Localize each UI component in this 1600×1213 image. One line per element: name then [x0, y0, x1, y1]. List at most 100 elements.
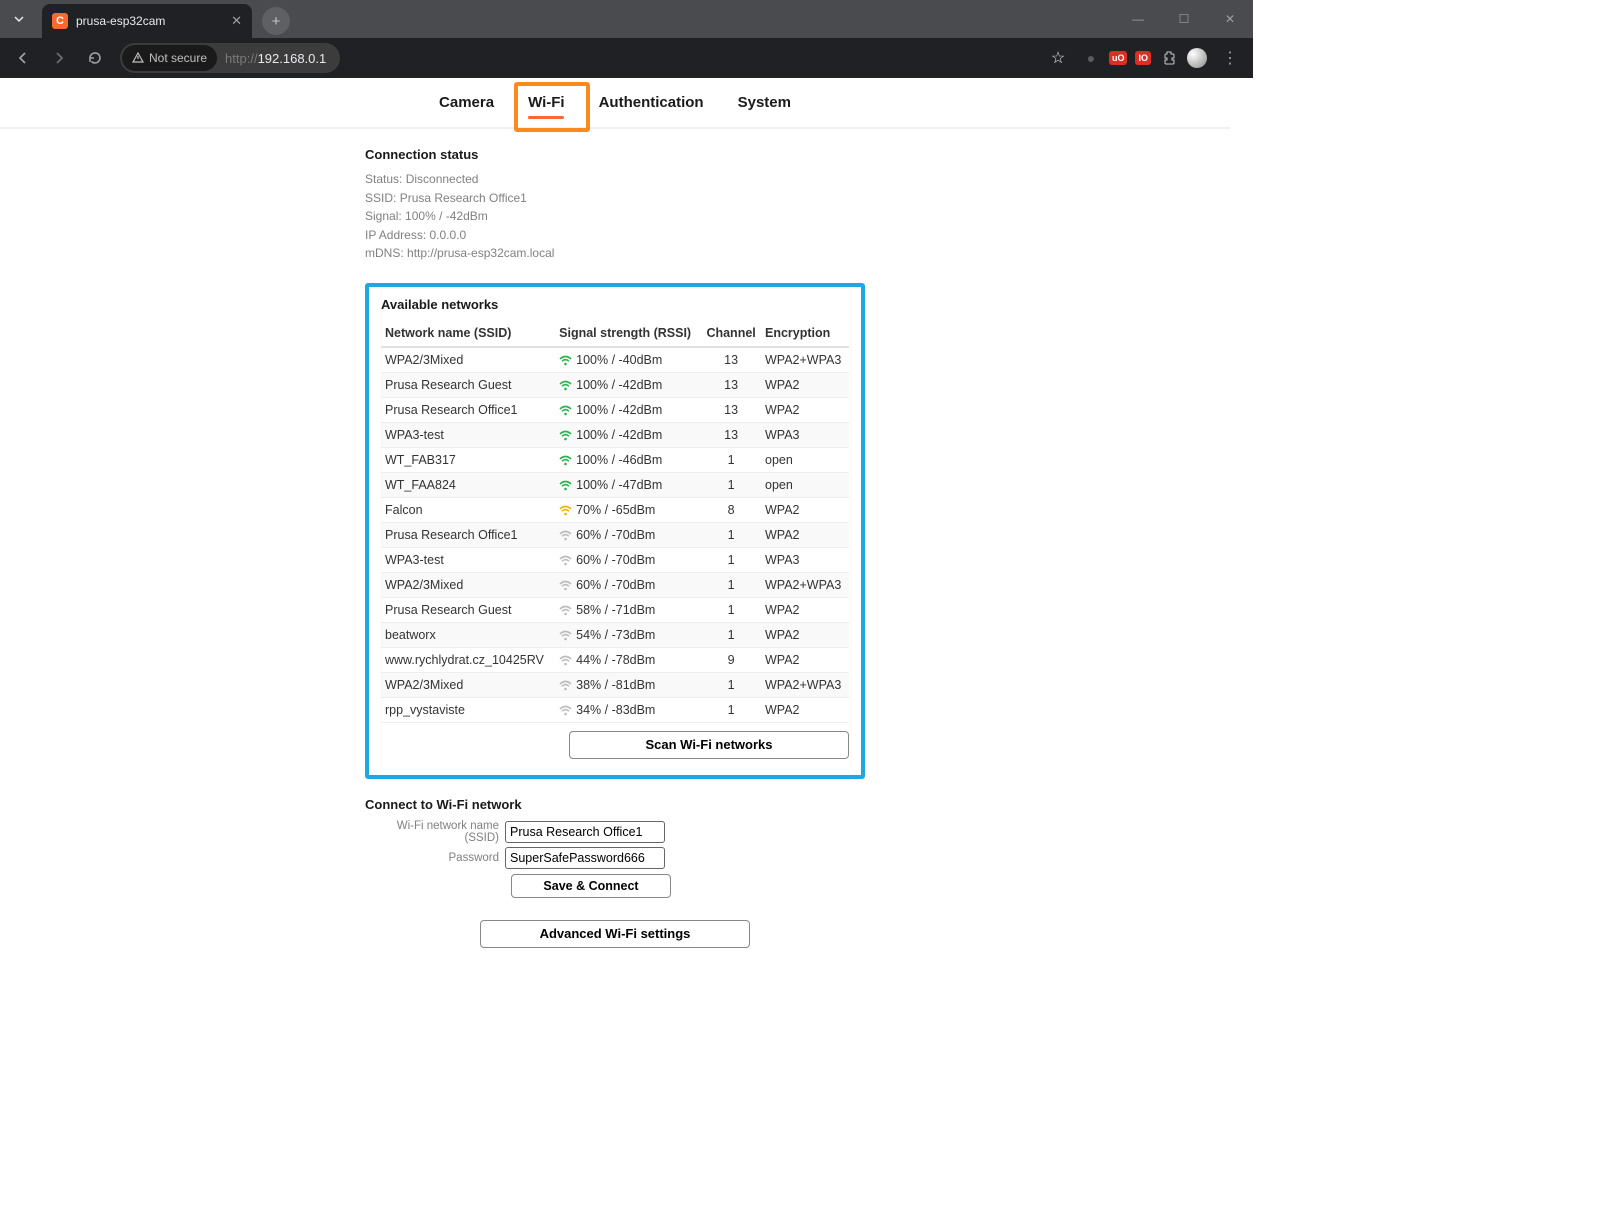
network-signal: 100% / -42dBm — [555, 422, 701, 447]
network-encryption: WPA2+WPA3 — [761, 572, 849, 597]
col-encryption: Encryption — [761, 320, 849, 347]
network-signal: 100% / -42dBm — [555, 397, 701, 422]
ssid-label: SSID: — [365, 191, 396, 205]
network-row[interactable]: WT_FAA824 100% / -47dBm 1 open — [381, 472, 849, 497]
network-channel: 13 — [701, 397, 761, 422]
network-channel: 1 — [701, 672, 761, 697]
network-row[interactable]: WPA2/3Mixed 100% / -40dBm 13 WPA2+WPA3 — [381, 347, 849, 373]
network-channel: 13 — [701, 347, 761, 373]
signal-value: 100% / -42dBm — [405, 209, 488, 223]
browser-tab[interactable]: C prusa-esp32cam ✕ — [42, 4, 252, 38]
profile-avatar[interactable] — [1187, 48, 1207, 68]
network-ssid: Prusa Research Office1 — [381, 397, 555, 422]
network-encryption: WPA2 — [761, 397, 849, 422]
network-ssid: www.rychlydrat.cz_10425RV — [381, 647, 555, 672]
network-channel: 1 — [701, 447, 761, 472]
nav-back-icon[interactable] — [8, 43, 38, 73]
password-input[interactable] — [505, 847, 665, 869]
network-signal: 38% / -81dBm — [555, 672, 701, 697]
bookmark-star-icon[interactable]: ☆ — [1043, 43, 1073, 73]
reload-icon[interactable] — [80, 43, 110, 73]
network-channel: 1 — [701, 697, 761, 722]
ssid-input[interactable] — [505, 821, 665, 843]
window-maximize-icon[interactable]: ☐ — [1161, 0, 1207, 38]
password-input-label: Password — [365, 852, 505, 864]
nav-divider — [0, 127, 1230, 129]
network-row[interactable]: WPA3-test 60% / -70dBm 1 WPA3 — [381, 547, 849, 572]
network-channel: 1 — [701, 522, 761, 547]
network-encryption: WPA2 — [761, 622, 849, 647]
url-protocol: http:// — [225, 51, 258, 66]
network-encryption: WPA3 — [761, 422, 849, 447]
network-row[interactable]: WPA3-test 100% / -42dBm 13 WPA3 — [381, 422, 849, 447]
ip-value: 0.0.0.0 — [430, 228, 467, 242]
nav-forward-icon[interactable] — [44, 43, 74, 73]
ublock-icon[interactable]: uO — [1109, 51, 1128, 65]
window-minimize-icon[interactable]: — — [1115, 0, 1161, 38]
network-row[interactable]: Prusa Research Office1 60% / -70dBm 1 WP… — [381, 522, 849, 547]
mdns-value: http://prusa-esp32cam.local — [407, 246, 554, 260]
network-signal: 34% / -83dBm — [555, 697, 701, 722]
network-row[interactable]: WPA2/3Mixed 60% / -70dBm 1 WPA2+WPA3 — [381, 572, 849, 597]
network-channel: 1 — [701, 597, 761, 622]
extension-icon[interactable]: ● — [1081, 48, 1101, 68]
network-row[interactable]: beatworx 54% / -73dBm 1 WPA2 — [381, 622, 849, 647]
network-row[interactable]: Prusa Research Guest 100% / -42dBm 13 WP… — [381, 372, 849, 397]
tab-camera[interactable]: Camera — [439, 94, 494, 119]
address-bar[interactable]: Not secure http://192.168.0.1 — [120, 43, 340, 73]
wifi-tab-highlight — [514, 82, 590, 132]
mdns-label: mDNS: — [365, 246, 404, 260]
network-row[interactable]: rpp_vystaviste 34% / -83dBm 1 WPA2 — [381, 697, 849, 722]
signal-label: Signal: — [365, 209, 402, 223]
browser-menu-icon[interactable]: ⋮ — [1215, 43, 1245, 73]
scan-wifi-button[interactable]: Scan Wi-Fi networks — [569, 731, 849, 759]
favicon-icon: C — [52, 13, 68, 29]
ssid-input-label: Wi-Fi network name (SSID) — [365, 820, 505, 844]
network-row[interactable]: WT_FAB317 100% / -46dBm 1 open — [381, 447, 849, 472]
save-connect-button[interactable]: Save & Connect — [511, 874, 671, 898]
network-channel: 1 — [701, 622, 761, 647]
network-signal: 44% / -78dBm — [555, 647, 701, 672]
network-ssid: WPA3-test — [381, 422, 555, 447]
network-encryption: WPA2 — [761, 497, 849, 522]
tab-title: prusa-esp32cam — [76, 14, 165, 28]
tabs-dropdown-icon[interactable] — [0, 0, 38, 38]
network-signal: 100% / -46dBm — [555, 447, 701, 472]
advanced-wifi-button[interactable]: Advanced Wi-Fi settings — [480, 920, 750, 948]
network-signal: 60% / -70dBm — [555, 522, 701, 547]
col-channel: Channel — [701, 320, 761, 347]
network-signal: 100% / -40dBm — [555, 347, 701, 373]
network-row[interactable]: Falcon 70% / -65dBm 8 WPA2 — [381, 497, 849, 522]
available-networks-title: Available networks — [381, 297, 849, 312]
network-encryption: WPA2 — [761, 647, 849, 672]
network-signal: 54% / -73dBm — [555, 622, 701, 647]
network-row[interactable]: WPA2/3Mixed 38% / -81dBm 1 WPA2+WPA3 — [381, 672, 849, 697]
network-ssid: WPA2/3Mixed — [381, 672, 555, 697]
window-close-icon[interactable]: ✕ — [1207, 0, 1253, 38]
network-encryption: open — [761, 472, 849, 497]
extension-badge-icon[interactable]: IO — [1135, 51, 1151, 65]
extensions-menu-icon[interactable] — [1159, 48, 1179, 68]
network-ssid: WT_FAB317 — [381, 447, 555, 472]
network-row[interactable]: Prusa Research Guest 58% / -71dBm 1 WPA2 — [381, 597, 849, 622]
network-row[interactable]: Prusa Research Office1 100% / -42dBm 13 … — [381, 397, 849, 422]
url-host: 192.168.0.1 — [258, 51, 327, 66]
tab-system[interactable]: System — [738, 94, 791, 119]
network-row[interactable]: www.rychlydrat.cz_10425RV 44% / -78dBm 9… — [381, 647, 849, 672]
col-ssid: Network name (SSID) — [381, 320, 555, 347]
network-ssid: Prusa Research Guest — [381, 372, 555, 397]
tab-authentication[interactable]: Authentication — [599, 94, 704, 119]
network-ssid: WPA2/3Mixed — [381, 347, 555, 373]
network-ssid: rpp_vystaviste — [381, 697, 555, 722]
network-encryption: WPA2 — [761, 597, 849, 622]
network-encryption: open — [761, 447, 849, 472]
network-signal: 100% / -47dBm — [555, 472, 701, 497]
new-tab-button[interactable]: + — [262, 7, 290, 35]
network-channel: 13 — [701, 372, 761, 397]
warning-icon — [132, 52, 144, 64]
tab-close-icon[interactable]: ✕ — [231, 13, 242, 29]
network-ssid: WPA3-test — [381, 547, 555, 572]
network-ssid: WPA2/3Mixed — [381, 572, 555, 597]
network-signal: 58% / -71dBm — [555, 597, 701, 622]
security-pill[interactable]: Not secure — [122, 45, 217, 71]
